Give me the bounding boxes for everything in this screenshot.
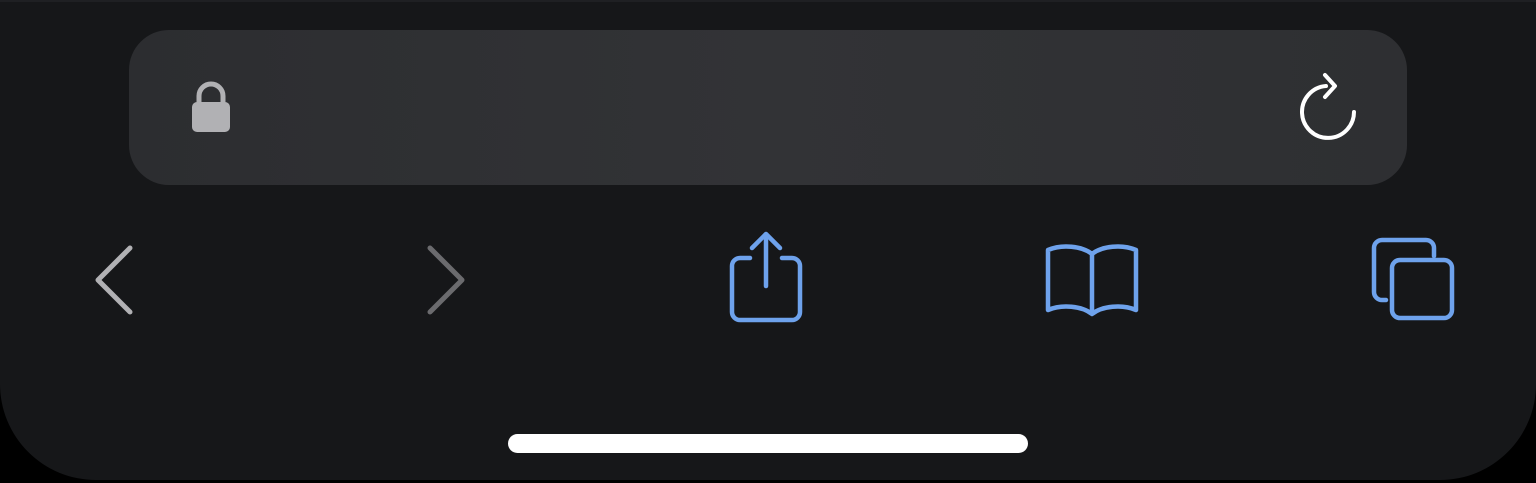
share-icon bbox=[729, 231, 803, 323]
browser-bottom-ui bbox=[0, 0, 1536, 480]
home-indicator[interactable] bbox=[508, 434, 1028, 453]
bookmarks-button[interactable] bbox=[1040, 238, 1144, 320]
chevron-left-icon bbox=[95, 245, 133, 315]
back-button[interactable] bbox=[88, 240, 140, 320]
url-text[interactable] bbox=[260, 58, 1240, 98]
chevron-right-icon bbox=[427, 245, 465, 315]
book-icon bbox=[1045, 244, 1139, 317]
tabs-icon bbox=[1371, 237, 1455, 321]
address-bar[interactable] bbox=[129, 30, 1407, 185]
reload-icon[interactable] bbox=[1298, 72, 1362, 140]
lock-icon bbox=[190, 80, 232, 134]
top-divider bbox=[0, 0, 1536, 2]
tabs-button[interactable] bbox=[1366, 232, 1462, 326]
share-button[interactable] bbox=[722, 228, 810, 326]
forward-button[interactable] bbox=[420, 240, 472, 320]
